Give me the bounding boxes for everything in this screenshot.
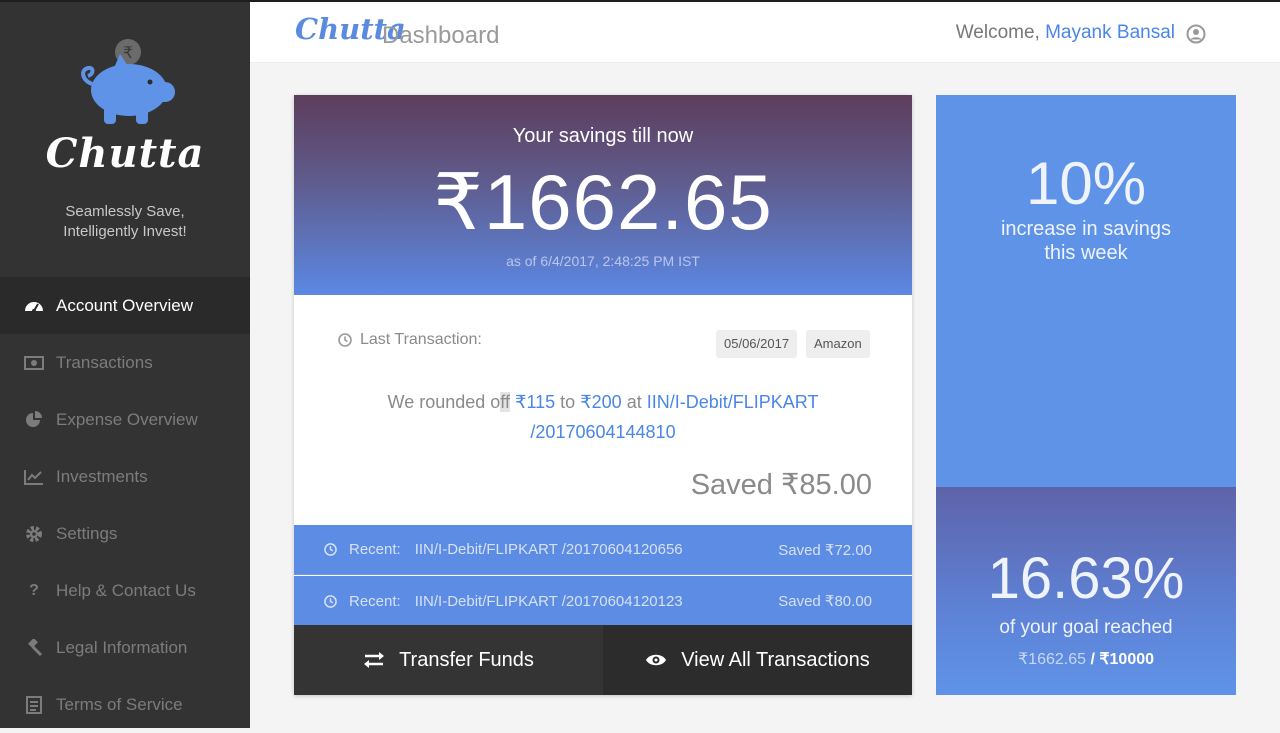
eye-icon xyxy=(646,654,667,666)
sidebar-item-label: Expense Overview xyxy=(56,409,198,429)
savings-timestamp: as of 6/4/2017, 2:48:25 PM IST xyxy=(506,253,700,269)
transaction-merchant-badge: Amazon xyxy=(806,330,870,358)
view-all-transactions-label: View All Transactions xyxy=(681,648,870,671)
goal-description: of your goal reached xyxy=(999,617,1173,638)
brand-name: Chutta xyxy=(45,130,205,177)
goal-separator: / xyxy=(1086,651,1100,668)
sidebar: ₹ Chutta Seamlessly Save, Intelligently … xyxy=(0,2,250,728)
sidebar-item-label: Legal Information xyxy=(56,637,188,657)
gear-icon xyxy=(24,524,44,544)
goal-percent: 16.63% xyxy=(987,546,1185,611)
top-header: Chutta Dashboard Welcome, Mayank Bansal xyxy=(250,2,1280,63)
sidebar-item-settings[interactable]: Settings xyxy=(0,505,250,562)
recent-saved: Saved ₹80.00 xyxy=(778,593,872,610)
view-all-transactions-button[interactable]: View All Transactions xyxy=(603,625,912,695)
piggy-bank-logo-icon: ₹ xyxy=(81,39,175,124)
goal-amount: ₹1662.65 / ₹10000 xyxy=(936,649,1236,669)
last-transaction-heading: Last Transaction: xyxy=(338,331,482,349)
transaction-ref-link-id[interactable]: /20170604144810 xyxy=(530,422,675,442)
recent-label: Recent: xyxy=(349,592,401,610)
svg-text:₹: ₹ xyxy=(123,43,133,62)
exchange-icon xyxy=(364,652,385,668)
document-icon xyxy=(24,695,44,715)
transfer-funds-label: Transfer Funds xyxy=(399,648,534,671)
sidebar-item-transactions[interactable]: Transactions xyxy=(0,334,250,391)
sidebar-item-account-overview[interactable]: Account Overview xyxy=(0,277,250,334)
sidebar-item-label: Transactions xyxy=(56,352,153,372)
clock-icon xyxy=(324,543,337,556)
sidebar-item-label: Help & Contact Us xyxy=(56,580,196,600)
sidebar-item-legal[interactable]: Legal Information xyxy=(0,619,250,676)
transfer-funds-button[interactable]: Transfer Funds xyxy=(294,625,603,695)
weekly-increase-description: increase in savings this week xyxy=(936,217,1236,265)
pie-chart-icon xyxy=(24,410,44,430)
clock-icon xyxy=(324,594,337,608)
sidebar-item-help[interactable]: ? Help & Contact Us xyxy=(0,562,250,619)
goal-current: ₹1662.65 xyxy=(1017,651,1086,668)
question-icon: ? xyxy=(29,581,39,599)
sidebar-item-expense-overview[interactable]: Expense Overview xyxy=(0,391,250,448)
desc-text: We rounded o xyxy=(387,392,501,412)
sidebar-item-terms[interactable]: Terms of Service xyxy=(0,676,250,733)
last-transaction-description: We rounded off ₹115 to ₹200 at IIN/I-Deb… xyxy=(354,387,852,447)
clock-icon xyxy=(338,333,352,347)
user-name-link[interactable]: Mayank Bansal xyxy=(1045,22,1175,43)
card-actions: Transfer Funds View All Transactions xyxy=(294,625,912,695)
sidebar-item-label: Settings xyxy=(56,523,118,543)
recent-ref: IIN/I-Debit/FLIPKART /20170604120656 xyxy=(414,541,683,558)
amount-to: ₹200 xyxy=(580,392,622,412)
savings-summary: Your savings till now ₹1662.65 as of 6/4… xyxy=(294,95,912,295)
amount-from: ₹115 xyxy=(515,392,556,412)
sidebar-item-label: Account Overview xyxy=(56,295,193,315)
sidebar-item-investments[interactable]: Investments xyxy=(0,448,250,505)
tagline-line2: Intelligently Invest! xyxy=(63,223,187,240)
page-title: Dashboard xyxy=(382,22,500,49)
weekly-increase-percent: 10% xyxy=(1025,150,1147,217)
sidebar-nav: Account Overview Transactions Expense Ov… xyxy=(0,277,250,733)
goal-progress-panel: 16.63% of your goal reached ₹1662.65 / ₹… xyxy=(936,487,1236,695)
weekly-desc-line2: this week xyxy=(1044,242,1128,264)
desc-at: at xyxy=(626,392,642,412)
recent-ref: IIN/I-Debit/FLIPKART /20170604120123 xyxy=(414,592,683,610)
desc-to: to xyxy=(560,392,576,412)
money-icon xyxy=(24,353,44,373)
brand-tagline: Seamlessly Save, Intelligently Invest! xyxy=(0,202,250,242)
sidebar-item-label: Terms of Service xyxy=(56,694,183,714)
user-circle-icon[interactable] xyxy=(1186,24,1206,44)
weekly-increase-panel: 10% increase in savings this week xyxy=(936,95,1236,487)
transaction-ref-link[interactable]: IIN/I-Debit/FLIPKART xyxy=(647,392,819,412)
savings-amount: ₹1662.65 xyxy=(433,158,773,246)
last-transaction-saved: Saved ₹85.00 xyxy=(690,469,872,501)
weekly-desc-line1: increase in savings xyxy=(1000,218,1172,240)
last-transaction-label: Last Transaction: xyxy=(360,331,482,348)
sidebar-item-label: Investments xyxy=(56,466,148,486)
transaction-date-badge: 05/06/2017 xyxy=(716,330,798,358)
recent-transaction-row[interactable]: Recent: IIN/I-Debit/FLIPKART /2017060412… xyxy=(294,525,912,575)
gavel-icon xyxy=(24,638,44,658)
welcome-label: Welcome, xyxy=(955,22,1040,43)
dashboard-icon xyxy=(24,296,44,316)
welcome-message: Welcome, Mayank Bansal xyxy=(956,22,1175,44)
desc-highlight: ff xyxy=(500,392,510,412)
last-transaction: Last Transaction: 05/06/2017 Amazon We r… xyxy=(294,295,912,525)
recent-label: Recent: xyxy=(349,541,401,558)
line-chart-icon xyxy=(24,467,44,487)
recent-transaction-row[interactable]: Recent: IIN/I-Debit/FLIPKART /2017060412… xyxy=(294,576,912,626)
savings-card: Your savings till now ₹1662.65 as of 6/4… xyxy=(294,95,912,695)
tagline-line1: Seamlessly Save, xyxy=(65,203,185,220)
savings-label: Your savings till now xyxy=(512,125,694,147)
goal-target: ₹10000 xyxy=(1099,651,1155,668)
recent-saved: Saved ₹72.00 xyxy=(778,541,872,559)
brand-block: ₹ Chutta Seamlessly Save, Intelligently … xyxy=(0,2,250,277)
